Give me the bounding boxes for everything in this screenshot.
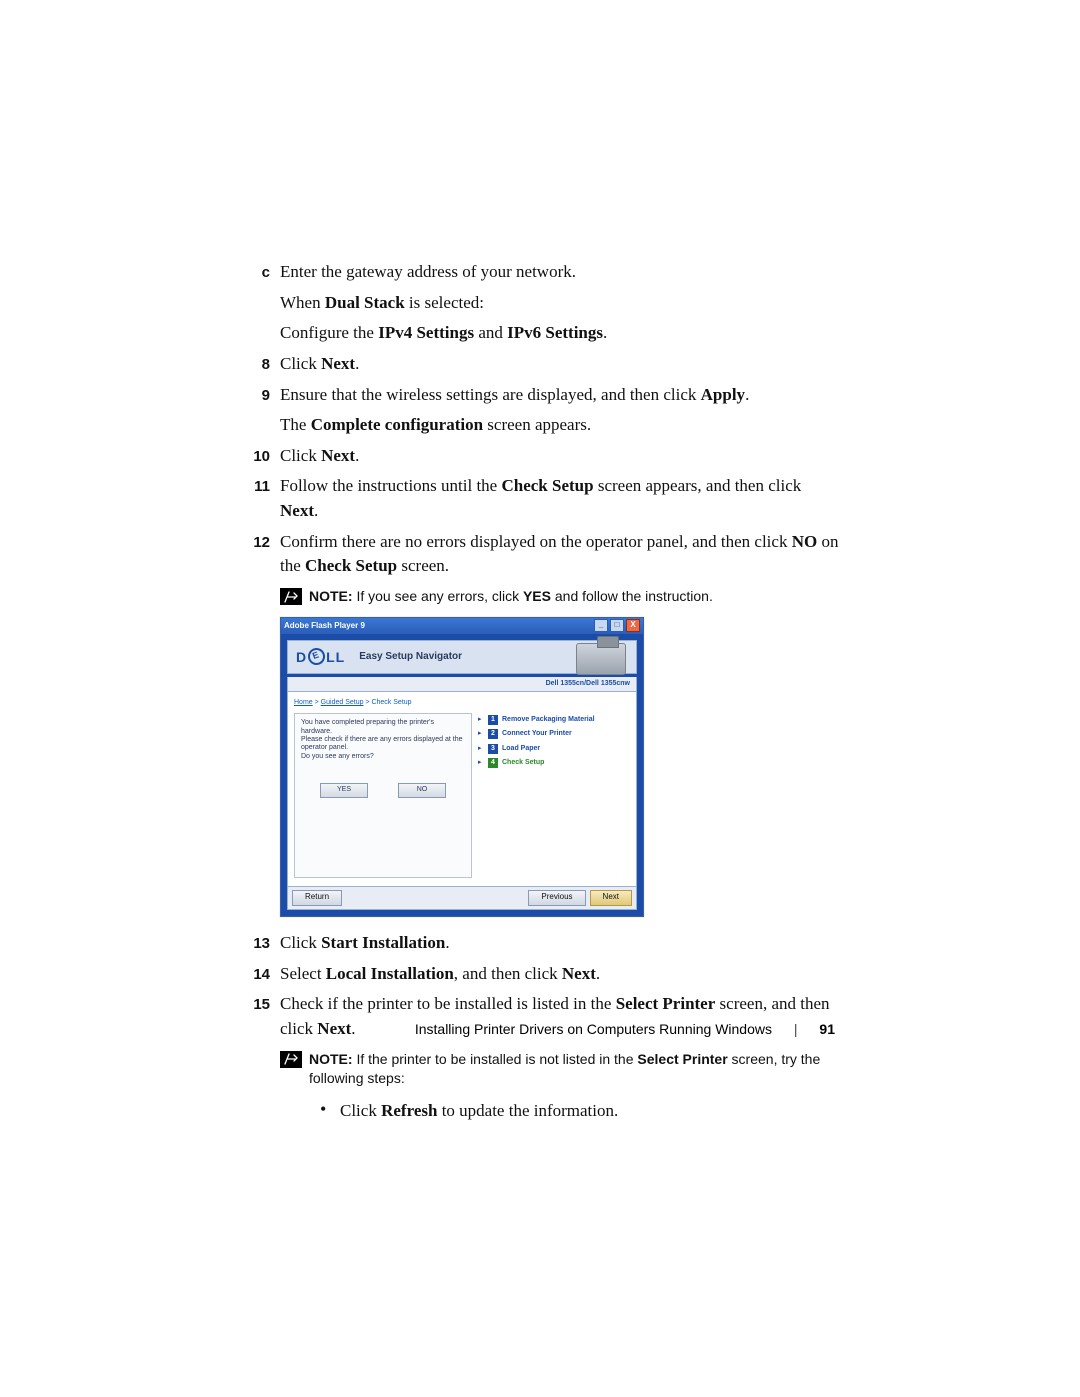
yes-no-buttons: YES NO <box>301 783 465 798</box>
breadcrumb: Home > Guided Setup > Check Setup <box>294 698 630 708</box>
footer-title: Installing Printer Drivers on Computers … <box>415 1021 772 1037</box>
minimize-button[interactable]: _ <box>594 619 608 632</box>
dual-stack-line: When Dual Stack is selected: <box>280 291 840 316</box>
next-button[interactable]: Next <box>590 890 632 906</box>
step-marker: 10 <box>240 444 280 469</box>
note-text: NOTE: If the printer to be installed is … <box>309 1050 840 1089</box>
note-icon <box>280 1051 302 1068</box>
step-10: 10 Click Next. <box>240 444 840 469</box>
navigator-body: Home > Guided Setup > Check Setup You ha… <box>287 692 637 887</box>
msg-line-2: Please check if there are any errors dis… <box>301 736 465 753</box>
bullet-icon: • <box>320 1099 340 1124</box>
model-bar: Dell 1355cn/Dell 1355cnw <box>287 677 637 692</box>
window-titlebar[interactable]: Adobe Flash Player 9 _ □ X <box>281 618 643 634</box>
arrow-icon: ▸ <box>478 715 484 725</box>
note-2: NOTE: If the printer to be installed is … <box>280 1050 840 1089</box>
step-line-4[interactable]: ▸ 4 Check Setup <box>478 758 630 768</box>
maximize-button[interactable]: □ <box>610 619 624 632</box>
step-14: 14 Select Local Installation, and then c… <box>240 962 840 987</box>
step-text: Click Start Installation. <box>280 931 840 956</box>
navigator-title: Easy Setup Navigator <box>359 650 462 665</box>
note-1: NOTE: If you see any errors, click YES a… <box>280 587 840 607</box>
step-text: Click Next. <box>280 352 840 377</box>
window-controls: _ □ X <box>594 619 640 632</box>
step-text: Follow the instructions until the Check … <box>280 474 840 523</box>
step-marker: 11 <box>240 474 280 523</box>
step-text: Click Next. <box>280 444 840 469</box>
step-label: Remove Packaging Material <box>502 715 595 725</box>
close-button[interactable]: X <box>626 619 640 632</box>
step-number: 2 <box>488 729 498 739</box>
navigator-footer: Return Previous Next <box>287 887 637 910</box>
left-panel: You have completed preparing the printer… <box>294 713 472 878</box>
step-12: 12 Confirm there are no errors displayed… <box>240 530 840 579</box>
step-label: Connect Your Printer <box>502 729 572 739</box>
step-label: Check Setup <box>502 758 544 768</box>
navigator-header: DELL Easy Setup Navigator <box>287 640 637 674</box>
crumb-guided[interactable]: Guided Setup <box>321 699 364 706</box>
bullet-refresh: • Click Refresh to update the informatio… <box>320 1099 840 1124</box>
substep-c: c Enter the gateway address of your netw… <box>240 260 840 285</box>
yes-button[interactable]: YES <box>320 783 368 798</box>
step-marker: 13 <box>240 931 280 956</box>
step-text: Select Local Installation, and then clic… <box>280 962 840 987</box>
step-label: Load Paper <box>502 744 540 754</box>
page-number: 91 <box>819 1021 835 1037</box>
step-11: 11 Follow the instructions until the Che… <box>240 474 840 523</box>
bullet-text: Click Refresh to update the information. <box>340 1099 618 1124</box>
page-footer: Installing Printer Drivers on Computers … <box>0 1021 1080 1037</box>
window-inner: DELL Easy Setup Navigator Dell 1355cn/De… <box>281 634 643 916</box>
setup-navigator-window: Adobe Flash Player 9 _ □ X DELL Easy Set… <box>280 617 644 917</box>
dell-logo: DELL <box>296 647 345 667</box>
page: c Enter the gateway address of your netw… <box>0 0 1080 1397</box>
configure-line: Configure the IPv4 Settings and IPv6 Set… <box>280 321 840 346</box>
step-marker: 9 <box>240 383 280 438</box>
step-marker: 12 <box>240 530 280 579</box>
step-8: 8 Click Next. <box>240 352 840 377</box>
step-number: 4 <box>488 758 498 768</box>
crumb-home[interactable]: Home <box>294 699 313 706</box>
no-button[interactable]: NO <box>398 783 446 798</box>
content-area: c Enter the gateway address of your netw… <box>240 260 840 1123</box>
step-line-3[interactable]: ▸ 3 Load Paper <box>478 744 630 754</box>
step-9: 9 Ensure that the wireless settings are … <box>240 383 840 438</box>
panel-row: You have completed preparing the printer… <box>294 713 630 878</box>
substep-text: Enter the gateway address of your networ… <box>280 260 840 285</box>
step-number: 1 <box>488 715 498 725</box>
step-text: Confirm there are no errors displayed on… <box>280 530 840 579</box>
return-button[interactable]: Return <box>292 890 342 906</box>
arrow-icon: ▸ <box>478 729 484 739</box>
footer-separator: | <box>794 1021 798 1037</box>
step-line-1[interactable]: ▸ 1 Remove Packaging Material <box>478 715 630 725</box>
printer-icon <box>576 643 626 675</box>
step-marker: 14 <box>240 962 280 987</box>
window-title: Adobe Flash Player 9 <box>284 620 365 632</box>
right-panel: ▸ 1 Remove Packaging Material ▸ 2 Connec… <box>478 713 630 878</box>
substep-marker: c <box>240 260 280 285</box>
arrow-icon: ▸ <box>478 758 484 768</box>
previous-button[interactable]: Previous <box>528 890 585 906</box>
step-number: 3 <box>488 744 498 754</box>
msg-line-1: You have completed preparing the printer… <box>301 719 465 736</box>
arrow-icon: ▸ <box>478 744 484 754</box>
note-text: NOTE: If you see any errors, click YES a… <box>309 587 713 607</box>
step-line-2[interactable]: ▸ 2 Connect Your Printer <box>478 729 630 739</box>
step-13: 13 Click Start Installation. <box>240 931 840 956</box>
note-icon <box>280 588 302 605</box>
msg-line-3: Do you see any errors? <box>301 753 465 761</box>
step-text: Ensure that the wireless settings are di… <box>280 383 840 438</box>
crumb-current: Check Setup <box>371 699 411 706</box>
step-marker: 8 <box>240 352 280 377</box>
